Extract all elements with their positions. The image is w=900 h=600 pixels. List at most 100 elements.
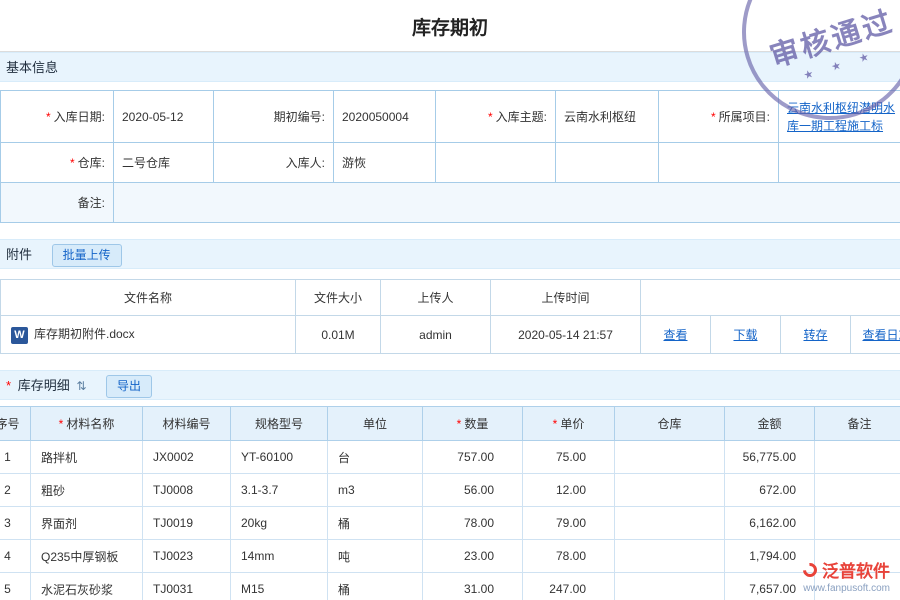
details-header-row: 序号 *材料名称 材料编号 规格型号 单位 *数量 *单价 仓库 金额 备注: [0, 407, 900, 441]
sort-icon[interactable]: ⇅: [76, 379, 86, 393]
detail-row: 2 粗砂 TJ0008 3.1-3.7 m3 56.00 12.00 672.0…: [0, 474, 900, 507]
cell-warehouse: [615, 507, 725, 540]
cell-remark: [815, 474, 900, 507]
detail-row: 3 界面剂 TJ0019 20kg 桶 78.00 79.00 6,162.00: [0, 507, 900, 540]
attachment-row: W库存期初附件.docx 0.01M admin 2020-05-14 21:5…: [1, 316, 900, 354]
action-cell: 下载: [711, 316, 781, 354]
detail-row: 4 Q235中厚钢板 TJ0023 14mm 吨 23.00 78.00 1,7…: [0, 540, 900, 573]
batch-upload-button[interactable]: 批量上传: [52, 244, 122, 267]
col-remark: 备注: [815, 407, 900, 441]
detail-row: 5 水泥石灰砂浆 TJ0031 M15 桶 31.00 247.00 7,657…: [0, 573, 900, 600]
ruku-date-value: 2020-05-12: [114, 91, 214, 143]
basic-info-title: 基本信息: [6, 60, 58, 75]
cell-unit: m3: [328, 474, 423, 507]
details-table: 序号 *材料名称 材料编号 规格型号 单位 *数量 *单价 仓库 金额 备注 1…: [0, 406, 900, 600]
download-link[interactable]: 下载: [733, 328, 757, 342]
cell-unit-price: 247.00: [523, 573, 615, 600]
cell-seq: 1: [0, 441, 31, 474]
attachment-name-cell: W库存期初附件.docx: [1, 316, 296, 354]
detail-row: 1 路拌机 JX0002 YT-60100 台 757.00 75.00 56,…: [0, 441, 900, 474]
cell-seq: 4: [0, 540, 31, 573]
cell-unit-price: 12.00: [523, 474, 615, 507]
project-label: *所属项目:: [659, 91, 779, 143]
empty-cell: [659, 143, 779, 183]
col-warehouse: 仓库: [615, 407, 725, 441]
cell-material-name: 粗砂: [31, 474, 143, 507]
empty-cell: [779, 143, 900, 183]
cell-material-no: JX0002: [143, 441, 231, 474]
col-amount: 金额: [725, 407, 815, 441]
cell-material-name: 路拌机: [31, 441, 143, 474]
col-unit-price: *单价: [523, 407, 615, 441]
cell-quantity: 31.00: [423, 573, 523, 600]
details-title: 库存明细: [18, 378, 70, 393]
view-log-link[interactable]: 查看日志: [862, 328, 900, 342]
cell-amount: 6,162.00: [725, 507, 815, 540]
col-material-name: *材料名称: [31, 407, 143, 441]
ruku-person-label: 入库人:: [214, 143, 334, 183]
ruku-date-label: *入库日期:: [1, 91, 114, 143]
attachment-time: 2020-05-14 21:57: [491, 316, 641, 354]
required-mark: *: [457, 417, 462, 431]
vendor-brand: 泛普软件 www.fanpusoft.com: [803, 557, 890, 594]
qichu-no-value: 2020050004: [334, 91, 436, 143]
cell-warehouse: [615, 441, 725, 474]
view-link[interactable]: 查看: [663, 328, 687, 342]
cell-material-no: TJ0019: [143, 507, 231, 540]
project-link[interactable]: 云南水利枢纽潜明水库一期工程施工标: [787, 99, 900, 135]
action-cell: 转存: [781, 316, 851, 354]
cell-quantity: 56.00: [423, 474, 523, 507]
attachments-table: 文件名称 文件大小 上传人 上传时间 W库存期初附件.docx 0.01M ad…: [0, 279, 900, 354]
cell-quantity: 78.00: [423, 507, 523, 540]
attachments-section-header: 附件 批量上传: [0, 239, 900, 269]
col-quantity: *数量: [423, 407, 523, 441]
remark-value: [114, 183, 900, 223]
cell-unit: 桶: [328, 507, 423, 540]
col-material-no: 材料编号: [143, 407, 231, 441]
required-mark: *: [46, 110, 51, 124]
ruku-person-value: 游恢: [334, 143, 436, 183]
cell-amount: 672.00: [725, 474, 815, 507]
cell-spec: YT-60100: [231, 441, 328, 474]
cell-warehouse: [615, 540, 725, 573]
export-button[interactable]: 导出: [106, 375, 152, 398]
cell-seq: 3: [0, 507, 31, 540]
ruku-subject-label: *入库主题:: [436, 91, 556, 143]
cell-unit-price: 79.00: [523, 507, 615, 540]
cell-spec: 14mm: [231, 540, 328, 573]
col-upload-time: 上传时间: [491, 280, 641, 316]
cell-quantity: 23.00: [423, 540, 523, 573]
required-mark: *: [711, 110, 716, 124]
cell-material-name: 界面剂: [31, 507, 143, 540]
cell-quantity: 757.00: [423, 441, 523, 474]
cell-spec: 3.1-3.7: [231, 474, 328, 507]
cell-unit-price: 78.00: [523, 540, 615, 573]
qichu-no-label: 期初编号:: [214, 91, 334, 143]
required-mark: *: [70, 156, 75, 170]
warehouse-value: 二号仓库: [114, 143, 214, 183]
col-seq: 序号: [0, 407, 31, 441]
fanpu-logo-icon: [800, 560, 820, 580]
cell-amount: 7,657.00: [725, 573, 815, 600]
cell-warehouse: [615, 474, 725, 507]
basic-info-section-header: 基本信息: [0, 52, 900, 82]
required-mark: *: [6, 378, 11, 393]
cell-material-no: TJ0023: [143, 540, 231, 573]
transfer-link[interactable]: 转存: [803, 328, 827, 342]
cell-spec: 20kg: [231, 507, 328, 540]
required-mark: *: [488, 110, 493, 124]
col-file-name: 文件名称: [1, 280, 296, 316]
warehouse-label: *仓库:: [1, 143, 114, 183]
cell-remark: [815, 441, 900, 474]
empty-cell: [436, 143, 556, 183]
page-title: 库存期初: [0, 0, 900, 51]
attachment-uploader: admin: [381, 316, 491, 354]
col-spec: 规格型号: [231, 407, 328, 441]
ruku-subject-value: 云南水利枢纽: [556, 91, 659, 143]
cell-unit-price: 75.00: [523, 441, 615, 474]
cell-warehouse: [615, 573, 725, 600]
required-mark: *: [59, 417, 64, 431]
word-doc-icon: W: [11, 327, 28, 344]
action-cell: 查看日志: [851, 316, 900, 354]
required-mark: *: [553, 417, 558, 431]
